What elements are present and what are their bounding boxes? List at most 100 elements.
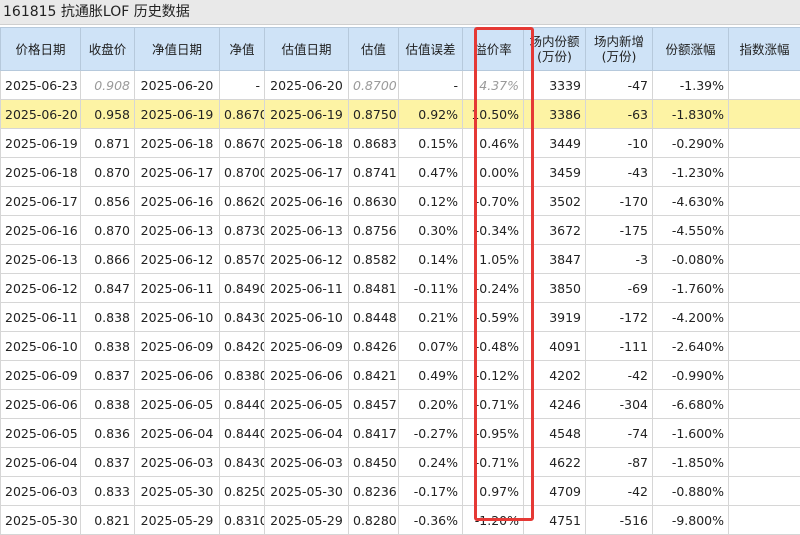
- cell-new-shares: -87: [586, 448, 653, 477]
- column-header-shares[interactable]: 场内份额(万份): [524, 28, 586, 71]
- cell-nav: 0.8430: [220, 448, 265, 477]
- column-header-label: 估值: [361, 42, 386, 57]
- column-header-premium[interactable]: 溢价率: [463, 28, 524, 71]
- table-row: 2025-06-100.8382025-06-090.84202025-06-0…: [1, 332, 800, 361]
- cell-nav: 0.8490: [220, 274, 265, 303]
- cell-share-chg: -2.640%: [653, 332, 729, 361]
- column-header-label: 净值日期: [152, 42, 202, 57]
- cell-nav-date: 2025-06-09: [135, 332, 220, 361]
- cell-est-date: 2025-06-11: [265, 274, 349, 303]
- column-header-label: (万份): [602, 49, 637, 64]
- cell-shares: 4091: [524, 332, 586, 361]
- cell-shares: 3339: [524, 71, 586, 100]
- cell-nav: 0.8380: [220, 361, 265, 390]
- cell-nav: 0.8250: [220, 477, 265, 506]
- cell-close: 0.958: [81, 100, 135, 129]
- cell-index-chg: [729, 477, 800, 506]
- cell-nav: 0.8670: [220, 129, 265, 158]
- cell-shares: 4709: [524, 477, 586, 506]
- cell-share-chg: -1.230%: [653, 158, 729, 187]
- column-header-date[interactable]: 价格日期: [1, 28, 81, 71]
- column-header-label: 估值日期: [281, 42, 331, 57]
- cell-shares: 4622: [524, 448, 586, 477]
- cell-index-chg: [729, 245, 800, 274]
- table-row: 2025-05-300.8212025-05-290.83102025-05-2…: [1, 506, 800, 535]
- cell-nav: 0.8730: [220, 216, 265, 245]
- cell-new-shares: -63: [586, 100, 653, 129]
- cell-premium: -0.95%: [463, 419, 524, 448]
- cell-new-shares: -172: [586, 303, 653, 332]
- cell-est-date: 2025-06-04: [265, 419, 349, 448]
- cell-date: 2025-06-11: [1, 303, 81, 332]
- cell-close: 0.847: [81, 274, 135, 303]
- cell-premium: -1.20%: [463, 506, 524, 535]
- cell-nav-date: 2025-05-29: [135, 506, 220, 535]
- cell-premium: 0.00%: [463, 158, 524, 187]
- cell-shares: 4751: [524, 506, 586, 535]
- column-header-close[interactable]: 收盘价: [81, 28, 135, 71]
- column-header-label: 指数涨幅: [739, 42, 789, 57]
- cell-nav: 0.8700: [220, 158, 265, 187]
- column-header-share-chg[interactable]: 份额涨幅: [653, 28, 729, 71]
- cell-est-err: 0.30%: [399, 216, 463, 245]
- cell-premium: 0.97%: [463, 477, 524, 506]
- cell-nav: -: [220, 71, 265, 100]
- cell-est-date: 2025-05-29: [265, 506, 349, 535]
- cell-new-shares: -43: [586, 158, 653, 187]
- cell-est: 0.8741: [349, 158, 399, 187]
- cell-premium: -0.24%: [463, 274, 524, 303]
- cell-est-date: 2025-06-03: [265, 448, 349, 477]
- cell-shares: 4246: [524, 390, 586, 419]
- cell-share-chg: -0.290%: [653, 129, 729, 158]
- cell-premium: -0.71%: [463, 390, 524, 419]
- cell-index-chg: [729, 390, 800, 419]
- cell-shares: 3502: [524, 187, 586, 216]
- column-header-est-err[interactable]: 估值误差: [399, 28, 463, 71]
- cell-est: 0.8236: [349, 477, 399, 506]
- column-header-label: 价格日期: [15, 42, 65, 57]
- cell-shares: 3847: [524, 245, 586, 274]
- cell-shares: 3919: [524, 303, 586, 332]
- column-header-label: 场内份额: [529, 34, 579, 49]
- cell-nav: 0.8430: [220, 303, 265, 332]
- cell-premium: -0.48%: [463, 332, 524, 361]
- cell-est: 0.8448: [349, 303, 399, 332]
- cell-date: 2025-06-19: [1, 129, 81, 158]
- cell-new-shares: -3: [586, 245, 653, 274]
- table-row: 2025-06-130.8662025-06-120.85702025-06-1…: [1, 245, 800, 274]
- table-row: 2025-06-190.8712025-06-180.86702025-06-1…: [1, 129, 800, 158]
- cell-est-err: 0.24%: [399, 448, 463, 477]
- cell-est-err: 0.15%: [399, 129, 463, 158]
- column-header-est[interactable]: 估值: [349, 28, 399, 71]
- cell-nav-date: 2025-06-04: [135, 419, 220, 448]
- cell-premium: -0.70%: [463, 187, 524, 216]
- cell-index-chg: [729, 506, 800, 535]
- column-header-est-date[interactable]: 估值日期: [265, 28, 349, 71]
- cell-premium: -0.34%: [463, 216, 524, 245]
- cell-index-chg: [729, 158, 800, 187]
- cell-share-chg: -1.39%: [653, 71, 729, 100]
- column-header-nav[interactable]: 净值: [220, 28, 265, 71]
- cell-close: 0.836: [81, 419, 135, 448]
- cell-share-chg: -4.630%: [653, 187, 729, 216]
- cell-close: 0.838: [81, 390, 135, 419]
- cell-new-shares: -69: [586, 274, 653, 303]
- cell-new-shares: -74: [586, 419, 653, 448]
- cell-est-date: 2025-06-06: [265, 361, 349, 390]
- cell-share-chg: -6.680%: [653, 390, 729, 419]
- cell-date: 2025-05-30: [1, 506, 81, 535]
- table-row: 2025-06-200.9582025-06-190.86702025-06-1…: [1, 100, 800, 129]
- column-header-nav-date[interactable]: 净值日期: [135, 28, 220, 71]
- cell-nav-date: 2025-06-06: [135, 361, 220, 390]
- table-row: 2025-06-030.8332025-05-300.82502025-05-3…: [1, 477, 800, 506]
- cell-est: 0.8756: [349, 216, 399, 245]
- column-header-new-shares[interactable]: 场内新增(万份): [586, 28, 653, 71]
- cell-est-err: 0.49%: [399, 361, 463, 390]
- column-header-index-chg[interactable]: 指数涨幅: [729, 28, 800, 71]
- cell-share-chg: -4.550%: [653, 216, 729, 245]
- cell-new-shares: -47: [586, 71, 653, 100]
- cell-index-chg: [729, 361, 800, 390]
- cell-share-chg: -1.830%: [653, 100, 729, 129]
- cell-new-shares: -516: [586, 506, 653, 535]
- cell-est-err: -0.27%: [399, 419, 463, 448]
